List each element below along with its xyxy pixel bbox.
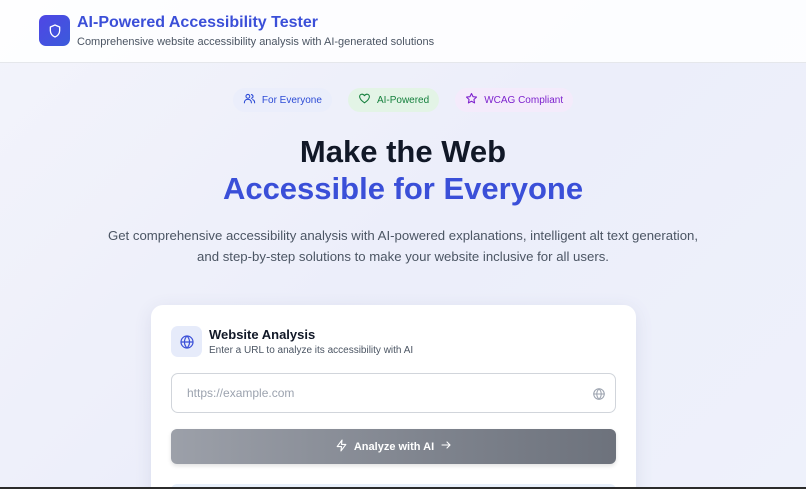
users-icon bbox=[243, 92, 256, 108]
hero-description-line2: and step-by-step solutions to make your … bbox=[197, 249, 609, 264]
star-icon bbox=[465, 92, 478, 108]
badge-label: For Everyone bbox=[261, 94, 322, 106]
feature-badges: For Everyone AI-Powered WCAG Compliant bbox=[0, 88, 806, 112]
app-header: AI-Powered Accessibility Tester Comprehe… bbox=[0, 0, 806, 63]
url-input-container bbox=[171, 373, 616, 413]
hero-description: Get comprehensive accessibility analysis… bbox=[0, 225, 806, 267]
shield-icon bbox=[39, 15, 70, 46]
card-subtitle: Enter a URL to analyze its accessibility… bbox=[209, 345, 414, 356]
analyze-button[interactable]: Analyze with AI bbox=[171, 429, 616, 464]
badge-label: AI-Powered bbox=[376, 94, 430, 106]
analyze-button-label: Analyze with AI bbox=[353, 440, 435, 453]
hero-title-line1: Make the Web bbox=[299, 134, 507, 169]
badge-for-everyone: For Everyone bbox=[232, 88, 332, 112]
badge-ai-powered: AI-Powered bbox=[347, 88, 440, 112]
app-title: AI-Powered Accessibility Tester bbox=[77, 14, 318, 31]
hero-title-line2: Accessible for Everyone bbox=[222, 171, 584, 206]
hero-description-line1: Get comprehensive accessibility analysis… bbox=[107, 228, 699, 243]
website-analysis-card: Website Analysis Enter a URL to analyze … bbox=[151, 305, 636, 489]
globe-icon bbox=[592, 387, 606, 401]
badge-wcag-compliant: WCAG Compliant bbox=[455, 88, 574, 112]
heart-icon bbox=[358, 92, 371, 108]
arrow-right-icon bbox=[440, 439, 452, 454]
app-subtitle: Comprehensive website accessibility anal… bbox=[77, 36, 435, 48]
zap-icon bbox=[335, 439, 348, 455]
badge-label: WCAG Compliant bbox=[484, 94, 564, 106]
url-input[interactable] bbox=[172, 374, 615, 412]
card-title: Website Analysis bbox=[209, 327, 316, 342]
globe-icon bbox=[171, 326, 202, 357]
